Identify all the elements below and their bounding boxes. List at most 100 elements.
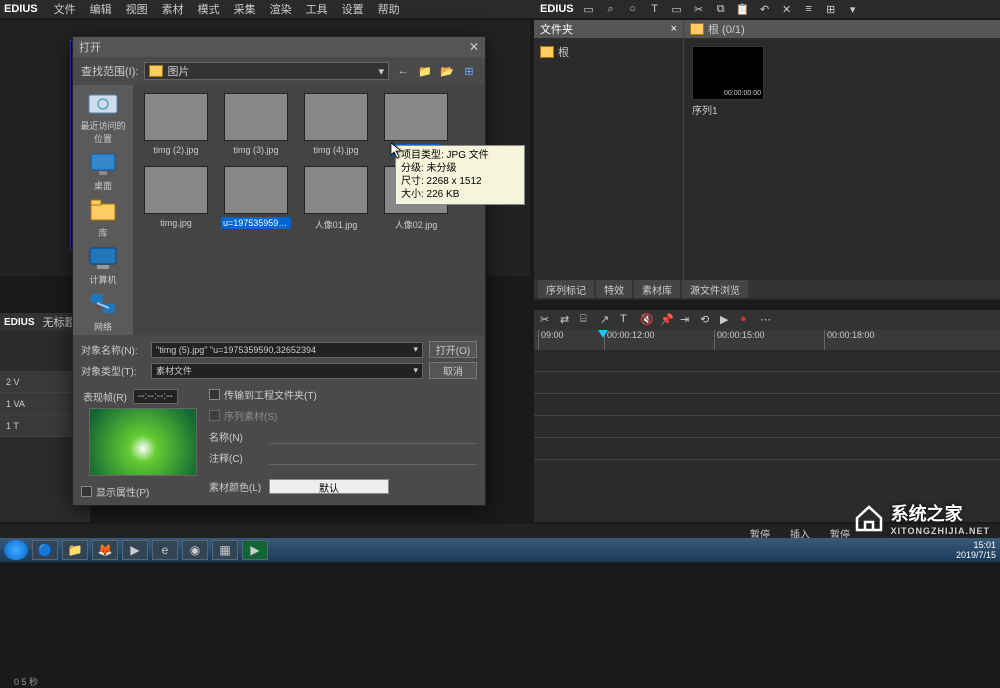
track-row[interactable]	[534, 394, 1000, 416]
taskbar-folder[interactable]: 📁	[62, 540, 88, 560]
taskbar-explorer[interactable]: 🔵	[32, 540, 58, 560]
dialog-titlebar[interactable]: 打开 ✕	[73, 37, 485, 57]
taskbar-app[interactable]: ▦	[212, 540, 238, 560]
menu-file[interactable]: 文件	[48, 1, 82, 17]
color-swatch[interactable]: 默认	[269, 479, 389, 494]
sync-icon[interactable]: ⟲	[700, 313, 714, 327]
file-item[interactable]: timg.jpg	[141, 166, 211, 232]
viewmode-icon[interactable]: ⊞	[461, 63, 477, 79]
file-name: timg.jpg	[158, 217, 194, 229]
filetype-combo[interactable]: 素材文件▾	[151, 363, 423, 379]
scissors-icon[interactable]: ✂	[540, 313, 554, 327]
place-recent[interactable]: 最近访问的位置	[76, 89, 130, 147]
computer-icon	[87, 245, 119, 271]
tab-library[interactable]: 素材库	[634, 280, 680, 298]
ripple-icon[interactable]: ⇥	[680, 313, 694, 327]
track-row[interactable]	[534, 372, 1000, 394]
taskbar-firefox[interactable]: 🦊	[92, 540, 118, 560]
open-button[interactable]: 打开(O)	[429, 341, 477, 358]
bin-root-folder[interactable]: 根	[538, 42, 679, 62]
menu-tools[interactable]: 工具	[300, 1, 334, 17]
cancel-button[interactable]: 取消	[429, 362, 477, 379]
place-computer[interactable]: 计算机	[76, 243, 130, 288]
timeline-tracks[interactable]	[534, 350, 1000, 460]
transfer-check[interactable]: 传输到工程文件夹(T)	[209, 387, 477, 402]
track-row[interactable]	[534, 438, 1000, 460]
menu-view[interactable]: 视图	[120, 1, 154, 17]
rect-icon[interactable]: ▭	[670, 2, 684, 16]
file-item[interactable]: 人像01.jpg	[301, 166, 371, 232]
start-button[interactable]	[4, 540, 28, 560]
view-icon[interactable]: ⊞	[824, 2, 838, 16]
file-name: 人像02.jpg	[393, 217, 440, 232]
name-field[interactable]	[269, 429, 477, 444]
comment-field[interactable]	[269, 450, 477, 465]
folder-icon[interactable]: ▭	[582, 2, 596, 16]
back-icon[interactable]: ←	[395, 63, 411, 79]
menu-capture[interactable]: 采集	[228, 1, 262, 17]
up-icon[interactable]: 📁	[417, 63, 433, 79]
lookin-combo[interactable]: 图片 ▾	[144, 62, 389, 80]
file-item[interactable]: timg (4).jpg	[301, 93, 371, 156]
paste-icon[interactable]: 📋	[736, 2, 750, 16]
taskbar-chrome[interactable]: ◉	[182, 540, 208, 560]
timeline-ruler[interactable]: 09:00 00:00:12:00 00:00:15:00 00:00:18:0…	[534, 330, 1000, 350]
file-item[interactable]: timg (3).jpg	[221, 93, 291, 156]
menu-edit[interactable]: 编辑	[84, 1, 118, 17]
menu-render[interactable]: 渲染	[264, 1, 298, 17]
dialog-bottom: 对象名称(N): "timg (5).jpg" "u=1975359590,32…	[73, 335, 485, 505]
timeline-zoom: 0 5 秒	[14, 675, 38, 688]
place-desktop[interactable]: 桌面	[76, 149, 130, 194]
bin-panel: 文件夹 × 根 根 (0/1) 00:00:00:00 序列1 序列标记 特效	[534, 20, 1000, 300]
more-icon[interactable]: ⋯	[760, 313, 774, 327]
file-item[interactable]: timg (2).jpg	[141, 93, 211, 156]
preview-tc[interactable]: --:--:--:--	[133, 389, 178, 404]
menu-settings[interactable]: 设置	[336, 1, 370, 17]
play-icon[interactable]: ▶	[720, 313, 734, 327]
delete-icon[interactable]: ✕	[780, 2, 794, 16]
track-row[interactable]	[534, 416, 1000, 438]
bin-clip[interactable]: 00:00:00:00 序列1	[692, 46, 764, 117]
rec-icon[interactable]: ●	[740, 313, 754, 327]
menu-icon[interactable]: ▾	[846, 2, 860, 16]
taskbar-clock[interactable]: 15:01 2019/7/15	[956, 540, 996, 560]
text-icon[interactable]: T	[648, 2, 662, 16]
close-icon[interactable]: ×	[671, 23, 677, 35]
bin-folder-panel: 文件夹 × 根	[534, 20, 684, 300]
place-library[interactable]: 库	[76, 196, 130, 241]
circle-icon[interactable]: ○	[626, 2, 640, 16]
link-icon[interactable]: ⇄	[560, 313, 574, 327]
taskbar-media[interactable]: ▶	[122, 540, 148, 560]
menu-help[interactable]: 帮助	[372, 1, 406, 17]
tab-effects[interactable]: 特效	[596, 280, 632, 298]
undo-icon[interactable]: ↶	[758, 2, 772, 16]
file-thumb	[304, 93, 368, 141]
close-icon[interactable]: ✕	[469, 40, 479, 54]
copy-icon[interactable]: ⧉	[714, 2, 728, 16]
watermark-text: 系统之家	[891, 504, 963, 524]
taskbar-edius[interactable]: ▶	[242, 540, 268, 560]
group-icon[interactable]: ⌸	[580, 313, 594, 327]
cut-icon[interactable]: ✂	[692, 2, 706, 16]
file-list[interactable]: 项目类型: JPG 文件 分级: 未分级 尺寸: 2268 x 1512 大小:…	[133, 85, 485, 335]
pin-icon[interactable]: 📌	[660, 313, 674, 327]
arrow-icon[interactable]: ↗	[600, 313, 614, 327]
place-network[interactable]: 网络	[76, 290, 130, 335]
system-tray[interactable]: 15:01 2019/7/15	[956, 540, 996, 560]
tab-markers[interactable]: 序列标记	[538, 280, 594, 298]
newfolder-icon[interactable]: 📂	[439, 63, 455, 79]
title-icon[interactable]: T	[620, 313, 634, 327]
show-props-check[interactable]: 显示属性(P)	[81, 484, 199, 499]
props-icon[interactable]: ≡	[802, 2, 816, 16]
menu-clip[interactable]: 素材	[156, 1, 190, 17]
recent-icon	[87, 91, 119, 117]
playhead-icon[interactable]	[598, 330, 608, 338]
file-item[interactable]: u=1975359590...	[221, 166, 291, 232]
track-row[interactable]	[534, 350, 1000, 372]
menu-mode[interactable]: 模式	[192, 1, 226, 17]
taskbar-ie[interactable]: e	[152, 540, 178, 560]
mute-icon[interactable]: 🔇	[640, 313, 654, 327]
filename-input[interactable]: "timg (5).jpg" "u=1975359590,32652394▾	[151, 342, 423, 358]
tab-browser[interactable]: 源文件浏览	[682, 280, 748, 298]
search-icon[interactable]: ⌕	[604, 2, 618, 16]
